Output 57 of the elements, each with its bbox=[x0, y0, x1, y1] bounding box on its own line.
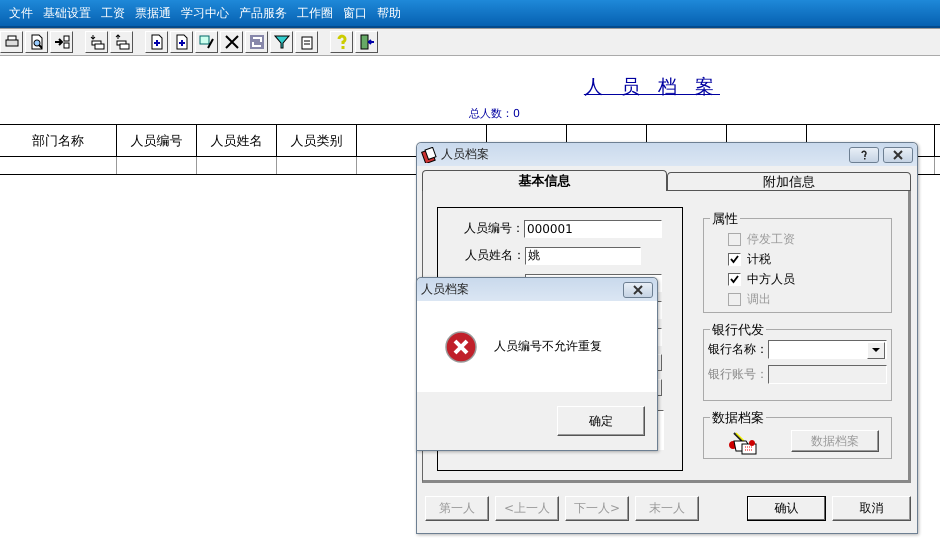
error-message: 人员编号不允许重复 bbox=[494, 338, 602, 355]
total-count: 总人数：0 bbox=[469, 106, 520, 121]
checkbox-label: 停发工资 bbox=[747, 231, 795, 248]
action-button[interactable]: 确认 bbox=[747, 496, 826, 521]
tab[interactable]: 附加信息 bbox=[666, 172, 911, 191]
help-button[interactable] bbox=[849, 146, 879, 162]
exit-icon[interactable] bbox=[358, 34, 374, 50]
error-icon bbox=[445, 330, 477, 362]
window-title: 人员档案 bbox=[441, 146, 490, 163]
column-header: 人员编号 bbox=[117, 125, 197, 156]
report-title: 人 员 档 案 bbox=[584, 75, 720, 100]
menu-item[interactable]: 学习中心 bbox=[176, 2, 234, 24]
window-title: 人员档案 bbox=[421, 281, 470, 298]
menu-item[interactable]: 票据通 bbox=[130, 2, 176, 24]
field-label: 银行账号： bbox=[708, 366, 768, 383]
action-button[interactable]: 取消 bbox=[832, 496, 911, 521]
menu-item[interactable]: 基础设置 bbox=[38, 2, 96, 24]
delete-icon[interactable] bbox=[224, 34, 240, 50]
menu-item[interactable]: 产品服务 bbox=[234, 2, 292, 24]
close-button[interactable] bbox=[623, 282, 653, 298]
window-down-icon[interactable] bbox=[88, 34, 104, 50]
checkbox[interactable] bbox=[728, 273, 741, 286]
checkbox[interactable] bbox=[728, 253, 741, 266]
add-document-icon[interactable] bbox=[174, 34, 190, 50]
checkbox-label: 调出 bbox=[747, 291, 771, 308]
dropdown[interactable] bbox=[768, 340, 887, 359]
checkbox-label: 计税 bbox=[747, 251, 771, 268]
app-icon bbox=[421, 146, 437, 162]
close-icon[interactable] bbox=[892, 150, 904, 160]
column-header: 人员类别 bbox=[277, 125, 357, 156]
edit-icon[interactable] bbox=[198, 34, 214, 50]
menu-item[interactable]: 文件 bbox=[4, 2, 38, 24]
checkbox-label: 中方人员 bbox=[747, 271, 795, 288]
preview-icon[interactable] bbox=[28, 34, 44, 50]
menu-item[interactable]: 工作圈 bbox=[292, 2, 338, 24]
input-field[interactable]: 姚 bbox=[525, 246, 641, 264]
close-button[interactable] bbox=[883, 146, 913, 162]
window-up-icon[interactable] bbox=[114, 34, 130, 50]
column-header: 人员姓名 bbox=[197, 125, 277, 156]
field-label: 人员姓名： bbox=[464, 247, 525, 264]
field-label: 人员编号： bbox=[463, 220, 524, 237]
caret-icon bbox=[872, 348, 880, 353]
column-header: 部门名称 bbox=[0, 125, 117, 156]
close-icon[interactable] bbox=[632, 284, 644, 294]
filter-icon[interactable] bbox=[274, 34, 290, 50]
add-document-icon[interactable] bbox=[148, 34, 164, 50]
field-label: 银行名称： bbox=[708, 341, 768, 358]
group-title: 数据档案 bbox=[710, 409, 766, 427]
input-field[interactable]: 000001 bbox=[524, 220, 662, 238]
group-title: 属性 bbox=[710, 210, 740, 228]
menu-item[interactable]: 窗口 bbox=[338, 2, 372, 24]
group-title: 银行代发 bbox=[710, 321, 766, 339]
ok-button[interactable]: 确定 bbox=[557, 406, 645, 436]
menu-item[interactable]: 工资 bbox=[96, 2, 130, 24]
menu-item[interactable]: 帮助 bbox=[372, 2, 406, 24]
arrow-icon[interactable] bbox=[54, 34, 70, 50]
tab[interactable]: 基本信息 bbox=[422, 170, 666, 191]
